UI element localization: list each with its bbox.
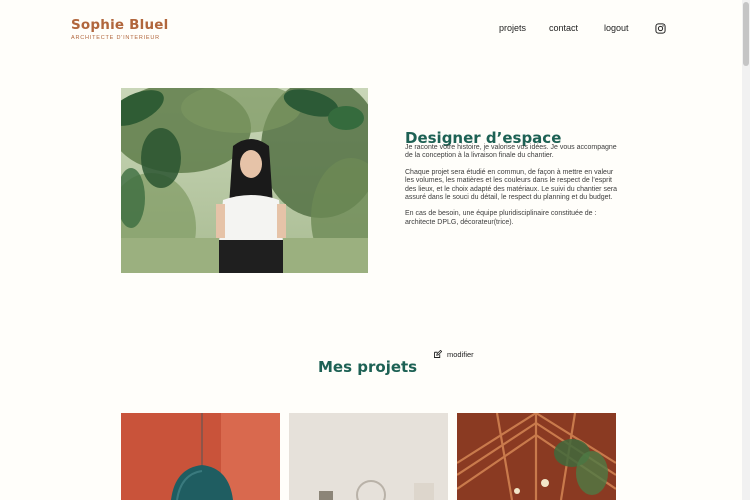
intro-paragraph: Je raconte votre histoire, je valorise v… bbox=[405, 144, 617, 160]
projects-title: Mes projets bbox=[318, 358, 418, 377]
intro-paragraph: En cas de besoin, une équipe pluridiscip… bbox=[405, 210, 597, 226]
logo-title: Sophie Bluel bbox=[71, 17, 169, 33]
page-scrollbar[interactable] bbox=[742, 0, 750, 500]
scrollbar-thumb[interactable] bbox=[743, 2, 749, 66]
nav-link-logout[interactable]: logout bbox=[604, 23, 629, 33]
edit-projects-button[interactable]: modifier bbox=[433, 350, 474, 359]
logo-subtitle: ARCHITECTE D'INTERIEUR bbox=[71, 35, 160, 41]
nav-link-projets[interactable]: projets bbox=[499, 23, 526, 33]
site-header: Sophie Bluel ARCHITECTE D'INTERIEUR proj… bbox=[0, 0, 742, 60]
nav-link-contact[interactable]: contact bbox=[549, 23, 578, 33]
edit-label: modifier bbox=[447, 350, 474, 359]
site-logo[interactable]: Sophie Bluel ARCHITECTE D'INTERIEUR bbox=[71, 17, 168, 42]
portrait-photo bbox=[121, 88, 368, 273]
intro-paragraph: Chaque projet sera étudié en commun, de … bbox=[405, 168, 618, 202]
gallery-item[interactable] bbox=[121, 413, 280, 500]
instagram-icon[interactable] bbox=[655, 23, 666, 34]
gallery-item[interactable] bbox=[457, 413, 616, 500]
edit-icon bbox=[434, 350, 442, 358]
intro-text: Je raconte votre histoire, je valorise v… bbox=[405, 144, 620, 235]
gallery-item[interactable] bbox=[289, 413, 448, 500]
